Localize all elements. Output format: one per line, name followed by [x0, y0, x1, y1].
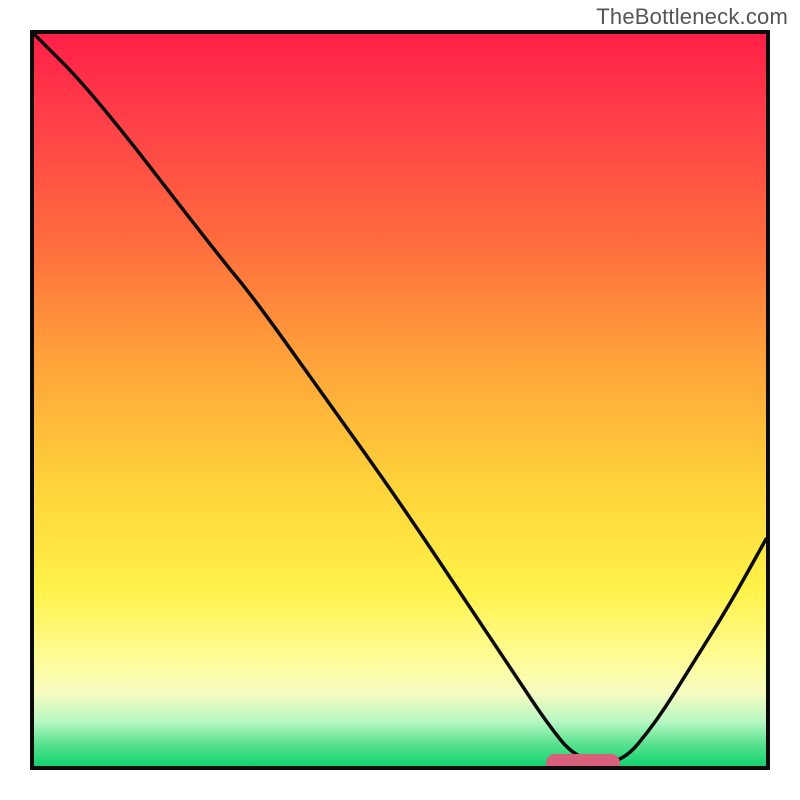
curve-path [34, 34, 766, 763]
curve-overlay [34, 34, 766, 766]
chart-container: TheBottleneck.com [0, 0, 800, 800]
watermark-text: TheBottleneck.com [596, 4, 788, 30]
bottleneck-marker [546, 754, 619, 770]
plot-area [30, 30, 770, 770]
